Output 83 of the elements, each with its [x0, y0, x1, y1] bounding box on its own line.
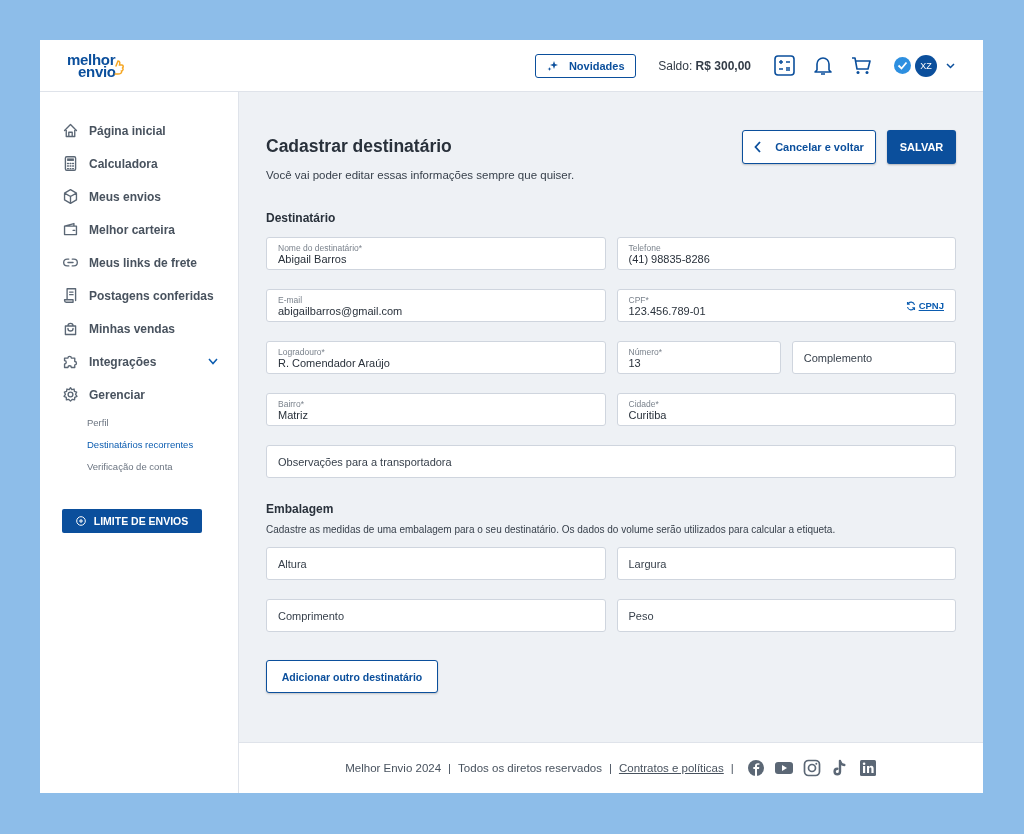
bag-icon [62, 320, 79, 337]
field-value: 123.456.789-01 [628, 305, 707, 317]
sparkle-icon [546, 59, 559, 72]
section-heading: Embalagem [266, 502, 335, 516]
sidebar-item[interactable]: Minhas vendas [62, 312, 238, 345]
policies-link[interactable]: Contratos e políticas [618, 762, 724, 774]
calculator-icon[interactable] [774, 55, 795, 76]
linkedin-icon[interactable] [858, 759, 877, 777]
field-label: E-mail [278, 294, 304, 306]
field-label: CPF* [628, 294, 650, 306]
camera-icon[interactable] [802, 759, 821, 777]
home-icon [62, 122, 79, 139]
calculator-icon [62, 155, 79, 172]
section-description: Cadastre as medidas de uma embalagem para o seu destinatário. Os dados do volume serão utilizados para calcular a etiqueta. [266, 524, 837, 535]
user-avatar[interactable]: XZ [915, 54, 937, 77]
submenu-item[interactable]: Destinatários recorrentes [62, 433, 238, 455]
input-field[interactable]: Telefone (41) 98835-8286 [616, 237, 956, 270]
cart-icon[interactable] [851, 56, 871, 75]
receipt-icon [62, 287, 79, 304]
input-field[interactable]: Logradouro* R. Comendador Araújo [266, 341, 606, 374]
sidebar-item[interactable]: Melhor carteira [62, 213, 238, 246]
sidebar-item[interactable]: Meus envios [62, 180, 238, 213]
input-field[interactable]: Bairro* Matriz [266, 393, 606, 426]
cube-icon [62, 188, 79, 205]
save-button[interactable]: SALVAR [887, 130, 956, 164]
field-label: Cidade* [628, 398, 660, 410]
chevron-down-icon[interactable] [946, 62, 955, 69]
settings-icon [62, 386, 79, 403]
wallet-icon [62, 221, 79, 238]
field-label: Número* [628, 346, 664, 358]
field-label: Nome do destinatário* [278, 242, 364, 254]
plus-circle-icon [75, 516, 86, 526]
separator-text: | [448, 762, 452, 774]
sidebar-item[interactable]: Postagens conferidas [62, 279, 238, 312]
field-value: R. Comendador Araújo [278, 357, 391, 369]
input-field[interactable]: CPF* 123.456.789-01 CPNJ [616, 289, 956, 322]
refresh-icon [905, 300, 916, 311]
logo[interactable]: melhor envio [67, 53, 116, 78]
page-title: Cadastrar destinatário [266, 136, 453, 157]
field-value: Curitiba [628, 409, 668, 421]
chevron-left-icon [754, 141, 762, 153]
field-value: 13 [628, 357, 642, 369]
video-play-icon[interactable] [774, 759, 793, 777]
sidebar-item[interactable]: Página inicial [62, 114, 238, 147]
input-field[interactable]: Largura [616, 547, 956, 580]
input-field[interactable]: Peso [616, 599, 956, 632]
input-field[interactable]: Comprimento [266, 599, 606, 632]
rights-text: Todos os diretos reservados [458, 762, 602, 774]
input-field[interactable]: E-mail abigailbarros@gmail.com [266, 289, 606, 322]
news-button[interactable]: Novidades [535, 53, 637, 78]
sidebar-item[interactable]: Calculadora [62, 147, 238, 180]
section-heading: Destinatário [266, 211, 337, 225]
cancel-button[interactable]: Cancelar e voltar [742, 130, 876, 164]
input-field[interactable]: Cidade* Curitiba [616, 393, 956, 426]
input-field[interactable]: Altura [266, 547, 606, 580]
field-value: abigailbarros@gmail.com [278, 305, 404, 317]
separator-text: | [730, 762, 734, 774]
copyright-text: Melhor Envio 2024 [345, 762, 442, 774]
field-value: (41) 98835-8286 [628, 253, 711, 265]
input-field[interactable]: Observações para a transportadora [266, 445, 956, 478]
field-label: Telefone [628, 242, 662, 254]
input-field[interactable]: Complemento [791, 341, 956, 374]
add-recipient-button[interactable]: Adicionar outro destinatário [266, 660, 438, 693]
input-field[interactable]: Nome do destinatário* Abigail Barros [266, 237, 606, 270]
sidebar-item[interactable]: Integrações [62, 345, 238, 378]
chevron-down-icon[interactable] [208, 358, 218, 365]
separator-text: | [608, 762, 612, 774]
sidebar-item[interactable]: Meus links de frete [62, 246, 238, 279]
facebook-icon[interactable] [746, 759, 765, 777]
submenu-item[interactable]: Perfil [62, 411, 238, 433]
puzzle-icon [62, 353, 79, 370]
field-value: Matriz [278, 409, 309, 421]
field-label: Bairro* [278, 398, 305, 410]
notification-bell-icon[interactable] [814, 55, 832, 76]
balance-text: Saldo: R$ 300,00 [658, 58, 751, 73]
limit-button[interactable]: LIMITE DE ENVIOS [62, 509, 202, 533]
input-field[interactable]: Número* 13 [616, 341, 781, 374]
submenu-item[interactable]: Verificação de conta [62, 455, 238, 477]
field-label: Logradouro* [278, 346, 326, 358]
field-value: Abigail Barros [278, 253, 348, 265]
document-type-link[interactable]: CPNJ [905, 300, 944, 311]
page-subtitle: Você vai poder editar essas informações sempre que quiser. [266, 169, 576, 181]
sidebar-item[interactable]: Gerenciar [62, 378, 238, 411]
